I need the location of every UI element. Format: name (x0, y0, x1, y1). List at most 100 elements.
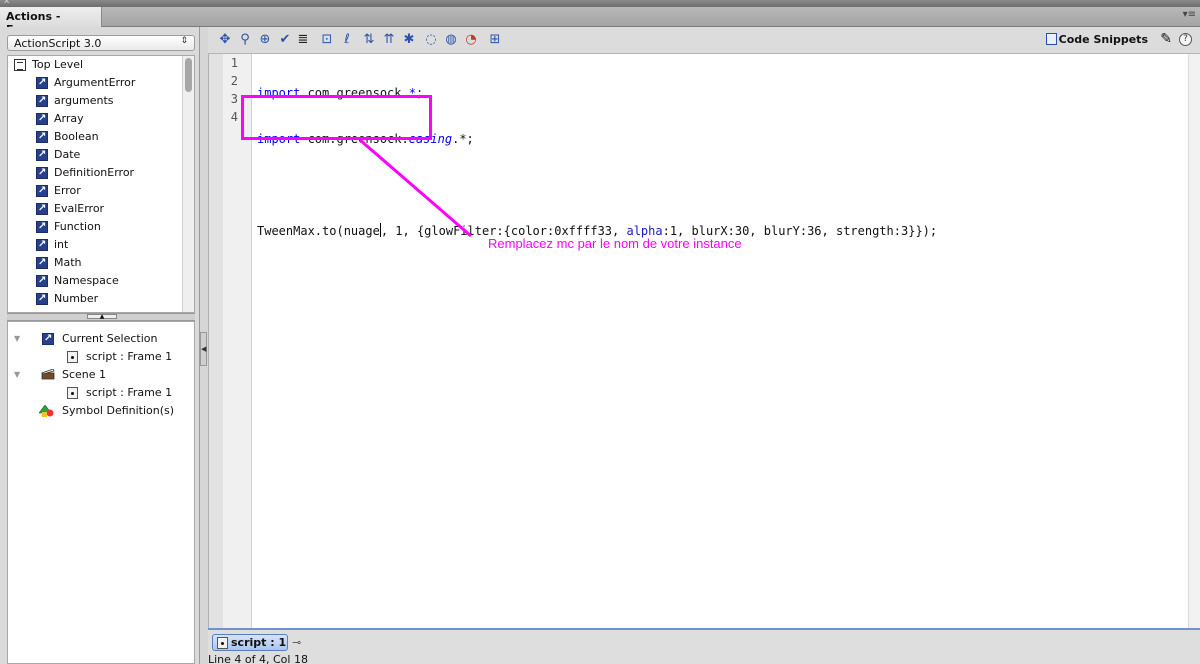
script-tabs-bar: script : 1 ⊸ Line 4 of 4, Col 18 (208, 628, 1200, 664)
collapse-panel-handle[interactable]: ◀ (200, 332, 207, 366)
select-arrows-icon: ⇕ (180, 36, 188, 46)
panel-title-strip: x (0, 0, 1200, 7)
panel-splitter[interactable]: ▲ (7, 313, 195, 321)
tab-script-1[interactable]: script : 1 (212, 634, 288, 651)
tree-item-class[interactable]: Array (8, 110, 194, 128)
symbol-shapes-icon (39, 405, 54, 417)
tree-item-class[interactable]: Namespace (8, 272, 194, 290)
line-number: 1 (230, 56, 238, 70)
help-icon[interactable]: ? (1179, 33, 1192, 46)
tree-item-class[interactable]: DefinitionError (8, 164, 194, 182)
tree-item-class[interactable]: Math (8, 254, 194, 272)
cursor-position-status: Line 4 of 4, Col 18 (208, 653, 308, 664)
tree-item-class[interactable]: ArgumentError (8, 74, 194, 92)
panel-tab-bar: Actions - Frame ▾≡ (0, 7, 1200, 36)
nav-label: Scene 1 (62, 368, 107, 381)
editor-scrollbar[interactable] (1188, 54, 1200, 628)
script-editor[interactable]: 1 2 3 4 import com.greensock.*; import c… (208, 54, 1200, 628)
code-token: .*; (452, 132, 474, 146)
tree-item-label: Boolean (54, 130, 99, 143)
actions-toolbox-panel: ActionScript 3.0 ⇕ Top Level ArgumentErr… (0, 27, 200, 664)
panel-menu-icon[interactable]: ▾≡ (1183, 9, 1196, 20)
annotation-text: Remplacez mc par le nom de votre instanc… (488, 236, 742, 251)
script-icon (67, 387, 78, 399)
nav-scene-script[interactable]: script : Frame 1 (8, 384, 194, 402)
toolbox-toggle-icon[interactable]: ⊞ (488, 33, 502, 47)
class-icon (36, 272, 48, 290)
class-icon (36, 164, 48, 182)
line-number: 2 (230, 74, 238, 88)
tree-item-label: int (54, 238, 69, 251)
tree-item-class[interactable]: Function (8, 218, 194, 236)
library-scrollbar[interactable] (182, 56, 194, 312)
class-icon (36, 74, 48, 92)
tree-item-label: Error (54, 184, 81, 197)
script-navigator[interactable]: ▼ Current Selection script : Frame 1 ▼ S… (7, 321, 195, 664)
tree-item-class[interactable]: EvalError (8, 200, 194, 218)
tree-item-label: Date (54, 148, 81, 161)
code-snippets-label: Code Snippets (1058, 33, 1148, 46)
nav-current-script[interactable]: script : Frame 1 (8, 348, 194, 366)
tree-item-label: arguments (54, 94, 114, 107)
class-icon (36, 218, 48, 236)
remove-comment-icon[interactable]: ◔ (464, 33, 478, 47)
language-select-value: ActionScript 3.0 (14, 37, 102, 50)
block-comment-icon[interactable]: ◌ (424, 33, 438, 47)
tree-item-class[interactable]: Date (8, 146, 194, 164)
script-assist-wand-icon[interactable]: ✎ (1160, 31, 1172, 47)
close-panel-icon[interactable]: x (4, 0, 9, 6)
tree-item-class[interactable]: int (8, 236, 194, 254)
script-icon (67, 351, 78, 363)
nav-current-selection[interactable]: ▼ Current Selection (8, 330, 194, 348)
selection-icon (42, 330, 54, 348)
add-statement-icon[interactable]: ✥ (218, 33, 232, 47)
pin-script-icon[interactable]: ⊸ (292, 636, 301, 649)
nav-label: Current Selection (62, 332, 158, 345)
auto-format-icon[interactable]: ≣ (296, 33, 310, 47)
class-icon (36, 110, 48, 128)
tree-item-class[interactable]: Number (8, 290, 194, 308)
expand-triangle-icon[interactable]: ▼ (14, 366, 20, 384)
tree-item-class[interactable]: Error (8, 182, 194, 200)
class-icon (36, 92, 48, 110)
line-comment-icon[interactable]: ◍ (444, 33, 458, 47)
nav-symbol-definitions[interactable]: Symbol Definition(s) (8, 402, 194, 420)
tree-item-label: Function (54, 220, 101, 233)
collapse-braces-icon[interactable]: ⇅ (362, 33, 376, 47)
gutter-margin[interactable] (209, 54, 223, 628)
class-icon (36, 290, 48, 308)
script-icon (217, 637, 228, 649)
nav-label: script : Frame 1 (86, 350, 173, 363)
check-syntax-icon[interactable]: ✔ (278, 33, 292, 47)
class-icon (36, 182, 48, 200)
tree-item-class[interactable]: arguments (8, 92, 194, 110)
code-hint-icon[interactable]: ⊡ (320, 33, 334, 47)
tree-item-top-level[interactable]: Top Level (8, 56, 194, 74)
code-token: TweenMax.to(nuage (257, 224, 380, 238)
class-icon (36, 128, 48, 146)
debug-options-icon[interactable]: ℓ (340, 33, 354, 47)
splitter-grip-icon[interactable]: ▲ (87, 314, 117, 320)
annotation-highlight-box (241, 95, 432, 140)
scene-clapper-icon (41, 369, 55, 380)
code-snippets-button[interactable]: Code Snippets (1045, 33, 1148, 46)
collapse-selection-icon[interactable]: ⇈ (382, 33, 396, 47)
line-number: 4 (230, 110, 238, 124)
script-tab-label: script : 1 (231, 636, 287, 649)
tree-item-label: Math (54, 256, 82, 269)
tree-item-label: EvalError (54, 202, 105, 215)
line-number: 3 (230, 92, 238, 106)
scrollbar-thumb[interactable] (185, 58, 192, 92)
language-select[interactable]: ActionScript 3.0 ⇕ (7, 35, 195, 51)
find-icon[interactable]: ⚲ (238, 33, 252, 47)
tree-item-label: ArgumentError (54, 76, 136, 89)
target-path-icon[interactable]: ⊕ (258, 33, 272, 47)
expand-triangle-icon[interactable]: ▼ (14, 330, 20, 348)
actions-library-tree[interactable]: Top Level ArgumentError arguments Array Boo… (7, 55, 195, 313)
tree-item-class[interactable]: Boolean (8, 128, 194, 146)
tab-actions-frame[interactable]: Actions - Frame (0, 7, 102, 36)
nav-scene-1[interactable]: ▼ Scene 1 (8, 366, 194, 384)
expand-all-icon[interactable]: ✱ (402, 33, 416, 47)
line-number-gutter: 1 2 3 4 (209, 54, 252, 628)
